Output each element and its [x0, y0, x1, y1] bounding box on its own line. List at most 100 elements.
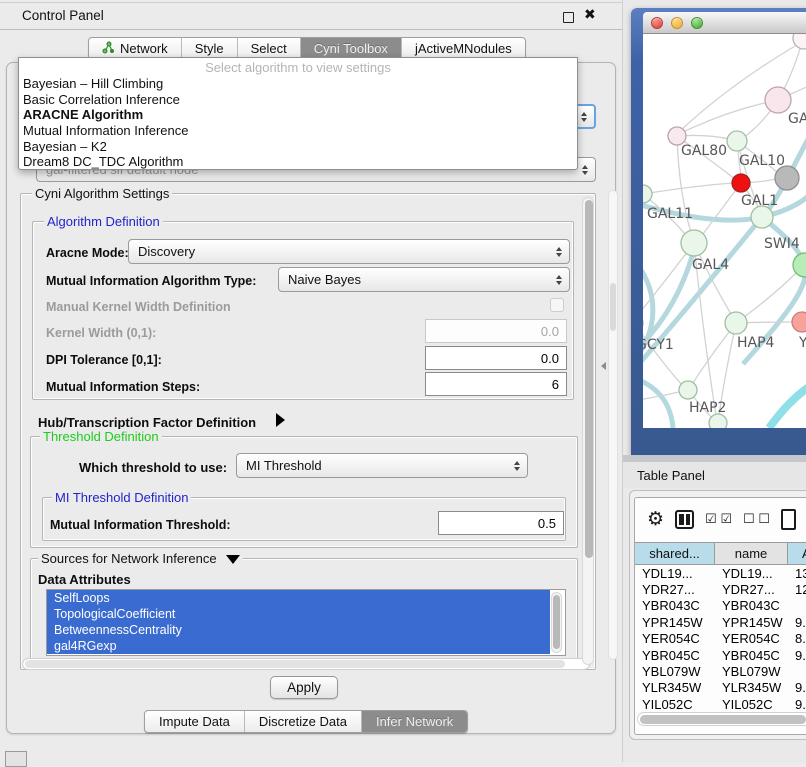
- table-cell: YIL052C: [635, 696, 715, 712]
- table-cell: YLR345W: [715, 680, 788, 696]
- table-header-row: shared...nameA: [635, 542, 806, 565]
- tab-discretize-data[interactable]: Discretize Data: [245, 711, 362, 732]
- checked-boxes-icon[interactable]: ☑ ☑: [705, 511, 732, 527]
- collapse-arrow-icon[interactable]: [226, 555, 240, 564]
- network-icon: [102, 41, 115, 57]
- minimized-panel-icon[interactable]: [5, 751, 27, 767]
- table-row[interactable]: YER054CYER054C8.: [635, 631, 806, 647]
- settings-horizontal-scrollbar[interactable]: [22, 658, 590, 670]
- file-icon[interactable]: [781, 509, 796, 530]
- column-header-3[interactable]: A: [788, 543, 806, 564]
- which-threshold-label: Which threshold to use:: [79, 460, 227, 475]
- algorithm-option[interactable]: Bayesian – K2: [19, 139, 577, 155]
- tab-style[interactable]: Style: [182, 38, 238, 59]
- unchecked-boxes-icon[interactable]: ☐ ☐: [743, 511, 770, 527]
- attribute-item[interactable]: SelfLoops: [47, 590, 550, 606]
- combo-arrows-icon: [556, 247, 562, 257]
- kernel-width-input[interactable]: 0.0: [425, 319, 567, 343]
- table-cell: YDR27...: [715, 581, 788, 597]
- node-pink-upper[interactable]: [765, 87, 791, 113]
- float-window-icon[interactable]: [563, 12, 574, 23]
- node-bottom-partial[interactable]: [709, 414, 727, 428]
- close-window-icon[interactable]: [651, 17, 663, 29]
- tab-jactivemnodules[interactable]: jActiveMNodules: [402, 38, 525, 59]
- tab-select[interactable]: Select: [238, 38, 301, 59]
- table-row[interactable]: YIL052CYIL052C9.: [635, 696, 806, 712]
- table-cell: YER054C: [635, 631, 715, 647]
- table-row[interactable]: YBR045CYBR045C9.: [635, 647, 806, 663]
- node-label: GAL11: [647, 206, 693, 222]
- network-canvas[interactable]: GALGAL80GAL10GAL1GAL11SWI4GAL4GCY1HAP4YH…: [643, 34, 806, 428]
- dpi-tolerance-input[interactable]: 0.0: [425, 346, 567, 370]
- table-cell: YER054C: [715, 631, 788, 647]
- apply-button[interactable]: Apply: [270, 676, 338, 699]
- table-cell: YBR043C: [715, 598, 788, 614]
- splitter-collapse-icon[interactable]: [601, 362, 606, 370]
- minimize-window-icon[interactable]: [671, 17, 683, 29]
- right-pane: GALGAL80GAL10GAL1GAL11SWI4GAL4GCY1HAP4YH…: [622, 0, 806, 762]
- table-cell: YDR27...: [635, 581, 715, 597]
- table-horizontal-scrollbar[interactable]: [637, 712, 806, 726]
- attribute-item[interactable]: TopologicalCoefficient: [47, 606, 550, 622]
- data-attributes-list[interactable]: SelfLoopsTopologicalCoefficientBetweenne…: [46, 589, 566, 656]
- aracne-mode-combobox[interactable]: Discovery: [128, 239, 570, 264]
- network-window-titlebar[interactable]: [643, 12, 806, 34]
- attribute-item[interactable]: gal4RGexp: [47, 638, 550, 654]
- dropdown-placeholder: Select algorithm to view settings: [19, 60, 577, 76]
- mi-type-combobox[interactable]: Naive Bayes: [278, 267, 570, 292]
- node-GAL10[interactable]: [727, 131, 747, 151]
- tab-label: jActiveMNodules: [415, 41, 512, 56]
- aracne-mode-value: Discovery: [138, 244, 195, 259]
- mi-steps-input[interactable]: 6: [425, 372, 567, 396]
- attribute-item[interactable]: BetweennessCentrality: [47, 622, 550, 638]
- panel-vertical-scrollbar[interactable]: [608, 190, 618, 660]
- table-cell: YPR145W: [635, 614, 715, 630]
- table-row[interactable]: YLR345WYLR345W9.: [635, 680, 806, 696]
- node-mid-green[interactable]: [751, 206, 773, 228]
- table-row[interactable]: YDL19...YDL19...13: [635, 565, 806, 581]
- algorithm-option[interactable]: Basic Correlation Inference: [19, 92, 577, 108]
- algorithm-option[interactable]: Bayesian – Hill Climbing: [19, 76, 577, 92]
- column-header-1[interactable]: shared...: [635, 543, 715, 564]
- gear-icon[interactable]: ⚙: [647, 508, 664, 531]
- settings-vertical-scrollbar[interactable]: [582, 197, 594, 665]
- data-attributes-label: Data Attributes: [38, 572, 131, 587]
- table-panel-title: Table Panel: [637, 468, 705, 483]
- zoom-window-icon[interactable]: [691, 17, 703, 29]
- columns-icon[interactable]: [675, 510, 694, 529]
- node-label: HAP2: [689, 400, 726, 416]
- node-HAP4[interactable]: [725, 312, 747, 334]
- attributes-scrollbar[interactable]: [551, 592, 562, 653]
- table-cell: 9.: [788, 614, 806, 630]
- mi-threshold-input[interactable]: 0.5: [438, 511, 564, 535]
- node-HAP2[interactable]: [679, 381, 697, 399]
- algorithm-option[interactable]: ARACNE Algorithm: [19, 107, 577, 123]
- which-threshold-combobox[interactable]: MI Threshold: [236, 453, 528, 478]
- node-gray-node[interactable]: [775, 166, 799, 190]
- node-label: Y: [798, 335, 806, 351]
- table-cell: 9.: [788, 647, 806, 663]
- table-row[interactable]: YDR27...YDR27...12: [635, 581, 806, 597]
- table-row[interactable]: YPR145WYPR145W9.: [635, 614, 806, 630]
- tab-label: Cyni Toolbox: [314, 41, 388, 56]
- hub-section-label: Hub/Transcription Factor Definition: [38, 415, 256, 430]
- table-row[interactable]: YBR043CYBR043C: [635, 598, 806, 614]
- tab-cyni-toolbox[interactable]: Cyni Toolbox: [301, 38, 402, 59]
- table-row[interactable]: YBL079WYBL079W: [635, 663, 806, 679]
- table-cell: YPR145W: [715, 614, 788, 630]
- node-salmon-node[interactable]: [792, 312, 806, 332]
- table-cell: YIL052C: [715, 696, 788, 712]
- manual-kernel-checkbox[interactable]: [550, 298, 564, 312]
- node-GAL1-red[interactable]: [732, 174, 750, 192]
- tab-impute-data[interactable]: Impute Data: [145, 711, 245, 732]
- node-GAL4[interactable]: [681, 230, 707, 256]
- expand-arrow-icon[interactable]: [276, 413, 285, 427]
- node-label: GCY1: [643, 337, 674, 353]
- table-cell: 8.: [788, 631, 806, 647]
- column-header-2[interactable]: name: [715, 543, 788, 564]
- close-panel-icon[interactable]: ✖: [584, 6, 596, 23]
- tab-network[interactable]: Network: [89, 38, 182, 59]
- algorithm-option[interactable]: Mutual Information Inference: [19, 123, 577, 139]
- algorithm-option[interactable]: Dream8 DC_TDC Algorithm: [19, 154, 577, 170]
- tab-infer-network[interactable]: Infer Network: [362, 711, 467, 732]
